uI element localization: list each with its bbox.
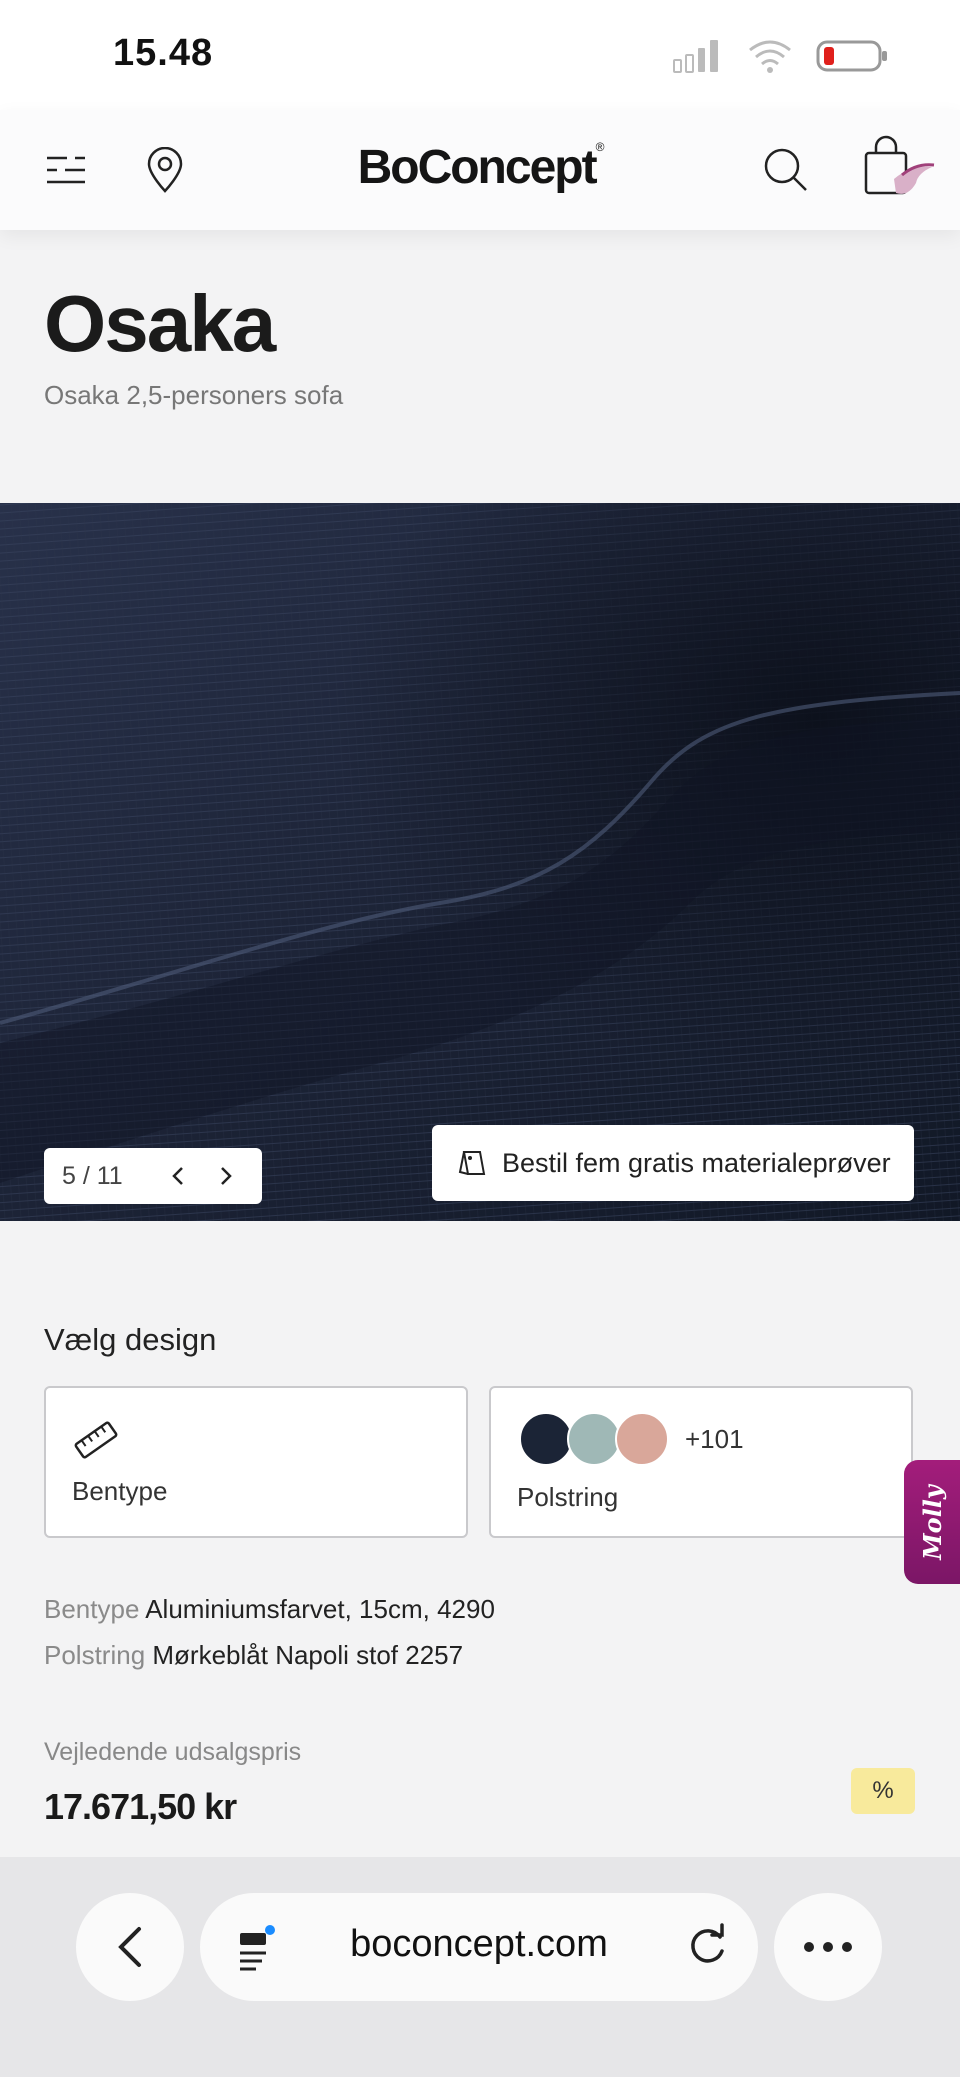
- search-button[interactable]: [758, 142, 814, 198]
- order-samples-label: Bestil fem gratis materialeprøver: [502, 1147, 891, 1178]
- legs-selector-card[interactable]: Bentype: [44, 1386, 468, 1538]
- gallery-counter: 5 / 11: [62, 1161, 123, 1190]
- chevron-right-icon: [221, 1167, 232, 1185]
- ruler-icon: [72, 1418, 120, 1467]
- browser-more-button[interactable]: [774, 1893, 882, 2001]
- gallery-pager: 5 / 11: [44, 1148, 262, 1204]
- legs-card-label: Bentype: [72, 1476, 168, 1506]
- cart-button[interactable]: [858, 135, 938, 198]
- fabric-image: [0, 503, 960, 1221]
- swatch-navy: [519, 1412, 573, 1466]
- fabric-sample-icon: [456, 1146, 490, 1180]
- upholstery-selector-card[interactable]: +101 Polstring: [489, 1386, 913, 1538]
- brand-logo[interactable]: BoConcept®: [0, 140, 960, 195]
- gallery-prev-button[interactable]: [154, 1148, 202, 1204]
- swatch-blush: [615, 1412, 669, 1466]
- order-samples-button[interactable]: Bestil fem gratis materialeprøver: [432, 1125, 914, 1201]
- spec-upholstery-key: Polstring: [44, 1640, 146, 1670]
- spec-upholstery-value: Mørkeblåt Napoli stof 2257: [152, 1640, 464, 1670]
- reload-icon[interactable]: [684, 1923, 730, 1974]
- design-heading: Vælg design: [44, 1322, 217, 1357]
- address-bar-url: boconcept.com: [350, 1923, 608, 1965]
- brand-logo-text: BoConcept: [357, 141, 598, 194]
- browser-back-button[interactable]: [76, 1893, 184, 2001]
- spec-upholstery: Polstring Mørkeblåt Napoli stof 2257: [44, 1640, 463, 1671]
- status-time: 15.48: [113, 32, 214, 74]
- upholstery-swatches: +101: [519, 1412, 744, 1466]
- price-caption: Vejledende udsalgspris: [44, 1738, 302, 1766]
- more-swatches-count: +101: [685, 1423, 744, 1454]
- signal-icon: [673, 40, 718, 73]
- gallery-next-button[interactable]: [202, 1148, 250, 1204]
- discount-badge[interactable]: %: [851, 1768, 915, 1814]
- shopping-bag-icon: [864, 135, 935, 195]
- spec-legs-value: Aluminiumsfarvet, 15cm, 4290: [145, 1594, 495, 1624]
- chevron-left-icon: [172, 1167, 183, 1185]
- more-options-icon: [804, 1942, 852, 1952]
- site-header: BoConcept®: [0, 110, 960, 230]
- swatch-mint: [567, 1412, 621, 1466]
- back-arrow-icon: [118, 1927, 141, 1967]
- spec-legs: Bentype Aluminiumsfarvet, 15cm, 4290: [44, 1594, 495, 1625]
- address-bar[interactable]: boconcept.com: [200, 1893, 758, 2001]
- browser-toolbar: boconcept.com: [0, 1857, 960, 2077]
- price-value: 17.671,50 kr: [44, 1786, 237, 1827]
- status-bar: 15.48: [0, 0, 960, 110]
- search-icon: [764, 148, 807, 191]
- product-title: Osaka: [44, 279, 276, 368]
- wifi-icon: [749, 40, 791, 73]
- battery-icon: [816, 40, 887, 72]
- product-subtitle: Osaka 2,5-personers sofa: [44, 380, 344, 410]
- upholstery-card-label: Polstring: [517, 1482, 619, 1512]
- registered-mark: ®: [595, 140, 605, 154]
- molly-label: Molly: [917, 1484, 947, 1560]
- product-image-gallery[interactable]: 5 / 11 Bestil fem gratis materialeprøver: [0, 503, 960, 1221]
- spec-legs-key: Bentype: [44, 1594, 140, 1624]
- molly-chat-tab[interactable]: Molly: [904, 1460, 960, 1584]
- status-icons: [672, 38, 890, 74]
